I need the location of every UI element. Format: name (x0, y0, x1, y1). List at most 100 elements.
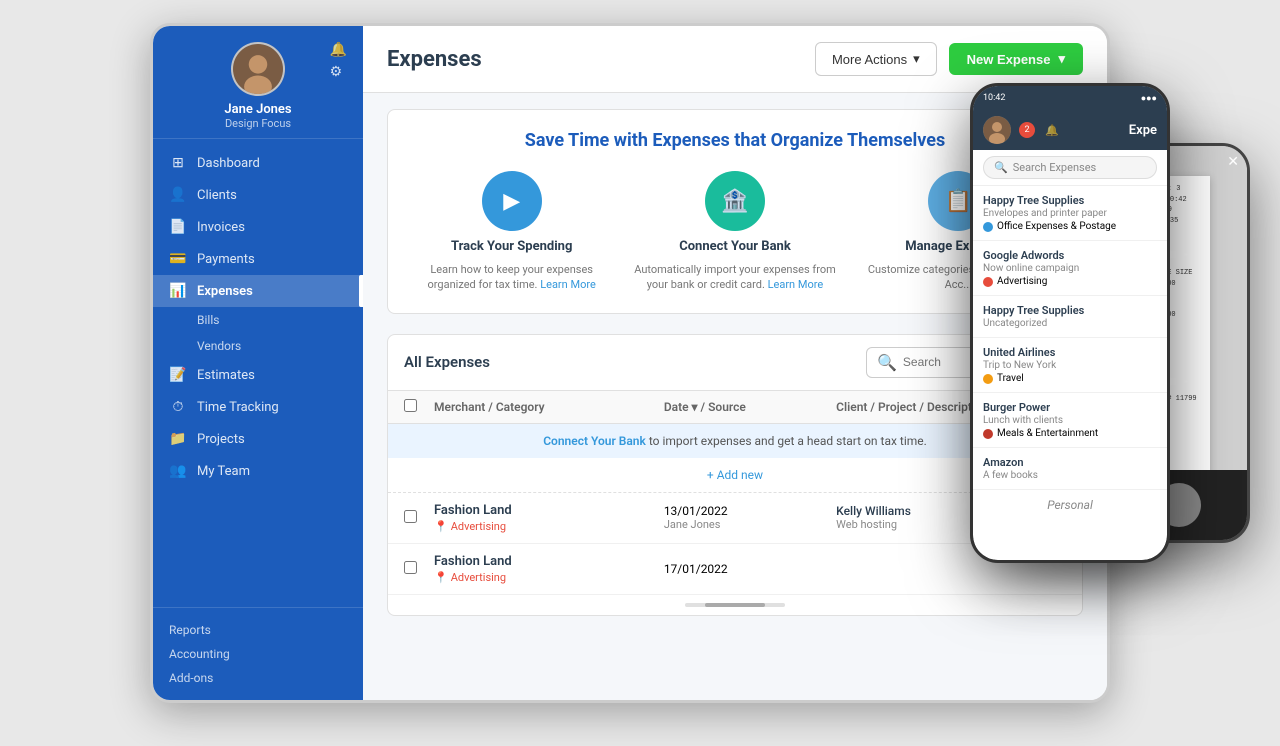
my-team-icon: 👥 (169, 463, 187, 479)
phone-search-area: 🔍 Search Expenses (973, 150, 1167, 186)
payments-icon: 💳 (169, 251, 187, 267)
time-tracking-icon: ⏱ (169, 399, 187, 415)
promo-card-track: ▶ Track Your Spending Learn how to keep … (408, 171, 615, 293)
phone-screen: 10:42 ●●● 2 🔔 Expe 🔍 Search Ex (973, 86, 1167, 560)
list-item[interactable]: Amazon A few books (973, 448, 1167, 490)
phone-header-title: Expe (1129, 123, 1157, 138)
expense-name: United Airlines (983, 346, 1157, 359)
list-item[interactable]: Burger Power Lunch with clients Meals & … (973, 393, 1167, 448)
phone-search-icon: 🔍 (994, 161, 1008, 174)
sidebar-item-label: Clients (197, 188, 237, 203)
sidebar-item-label: Time Tracking (197, 400, 279, 415)
sidebar-top-icons: 🔔 ⚙ (330, 42, 347, 80)
sidebar-item-invoices[interactable]: 📄 Invoices (153, 211, 363, 243)
sidebar-footer-addons[interactable]: Add-ons (169, 666, 347, 690)
chevron-down-icon: ▾ (913, 51, 920, 67)
new-expense-button[interactable]: New Expense ▾ (949, 43, 1083, 75)
phone-header: 2 🔔 Expe (973, 110, 1167, 150)
expense-date: 13/01/2022 (664, 504, 836, 518)
page-title: Expenses (387, 47, 482, 72)
connect-bank-text: to import expenses and get a head start … (649, 434, 927, 448)
sidebar-item-dashboard[interactable]: ⊞ Dashboard (153, 147, 363, 179)
receipt-scan-close-icon[interactable]: ✕ (1227, 154, 1239, 170)
sidebar-sub-item-vendors[interactable]: Vendors (153, 333, 363, 359)
row-checkbox-1[interactable] (404, 510, 417, 523)
notification-icon[interactable]: 🔔 (330, 42, 347, 58)
promo-card-desc: Automatically import your expenses from … (631, 262, 838, 293)
sidebar-sub-item-bills[interactable]: Bills (153, 307, 363, 333)
learn-more-link-2[interactable]: Learn More (768, 278, 824, 291)
sidebar-nav: ⊞ Dashboard 👤 Clients 📄 Invoices 💳 Payme… (153, 139, 363, 607)
learn-more-link-1[interactable]: Learn More (540, 278, 596, 291)
sidebar-header: 🔔 ⚙ Jane Jones Design Focus (153, 26, 363, 139)
category-dot (983, 277, 993, 287)
phone-time: 10:42 (983, 93, 1005, 103)
promo-card-title: Connect Your Bank (679, 239, 791, 254)
phone-avatar (983, 116, 1011, 144)
phone-search-placeholder: Search Expenses (1013, 161, 1097, 174)
notification-badge: 2 (1019, 122, 1035, 138)
sidebar-item-label: Payments (197, 252, 255, 267)
estimates-icon: 📝 (169, 367, 187, 383)
sidebar-item-label: Expenses (197, 284, 253, 299)
sidebar-item-label: My Team (197, 464, 250, 479)
advertising-dot: 📍 (434, 571, 448, 584)
sidebar-item-payments[interactable]: 💳 Payments (153, 243, 363, 275)
select-all-checkbox[interactable] (404, 399, 417, 412)
list-item[interactable]: Google Adwords Now online campaign Adver… (973, 241, 1167, 296)
sidebar-user-role: Design Focus (225, 117, 291, 130)
more-actions-button[interactable]: More Actions ▾ (815, 42, 937, 76)
advertising-dot: 📍 (434, 520, 448, 533)
expenses-icon: 📊 (169, 283, 187, 299)
expense-sub: Now online campaign (983, 263, 1157, 274)
promo-card-desc: Learn how to keep your expenses organize… (408, 262, 615, 293)
expense-name: Google Adwords (983, 249, 1157, 262)
sidebar-item-estimates[interactable]: 📝 Estimates (153, 359, 363, 391)
promo-title: Save Time with Expenses that Organize Th… (408, 130, 1062, 151)
phone-signal: ●●● (1141, 93, 1157, 104)
sidebar-item-label: Projects (197, 432, 245, 447)
sidebar-footer: Reports Accounting Add-ons (153, 607, 363, 700)
clients-icon: 👤 (169, 187, 187, 203)
sidebar-user-name: Jane Jones (224, 102, 291, 117)
col-header-date[interactable]: Date ▾ / Source (664, 400, 836, 414)
sidebar-item-clients[interactable]: 👤 Clients (153, 179, 363, 211)
avatar-area: 🔔 ⚙ (161, 42, 355, 96)
expense-sub: Envelopes and printer paper (983, 208, 1157, 219)
scrollbar[interactable] (685, 603, 785, 607)
row-checkbox-2[interactable] (404, 561, 417, 574)
sidebar-item-my-team[interactable]: 👥 My Team (153, 455, 363, 487)
settings-icon[interactable]: ⚙ (330, 64, 347, 80)
connect-bank-link[interactable]: Connect Your Bank (543, 434, 646, 448)
connect-bank-icon: 🏦 (705, 171, 765, 231)
expense-sub: Lunch with clients (983, 415, 1157, 426)
sidebar-item-label: Estimates (197, 368, 255, 383)
sidebar-footer-reports[interactable]: Reports (169, 618, 347, 642)
expense-source: Jane Jones (664, 518, 836, 531)
phone-overlay: 10:42 ●●● 2 🔔 Expe 🔍 Search Ex (970, 83, 1170, 563)
category-dot (983, 429, 993, 439)
checkbox-all[interactable] (404, 399, 434, 415)
chevron-down-icon: ▾ (1058, 51, 1065, 67)
sidebar-item-projects[interactable]: 📁 Projects (153, 423, 363, 455)
sidebar-item-time-tracking[interactable]: ⏱ Time Tracking (153, 391, 363, 423)
phone-expense-list: Happy Tree Supplies Envelopes and printe… (973, 186, 1167, 560)
expenses-section-title: All Expenses (404, 353, 490, 371)
sidebar-item-expenses[interactable]: 📊 Expenses (153, 275, 363, 307)
merchant-category: 📍 Advertising (434, 571, 664, 584)
sidebar-footer-accounting[interactable]: Accounting (169, 642, 347, 666)
expense-category: Travel (983, 373, 1157, 384)
col-header-merchant: Merchant / Category (434, 400, 664, 414)
dashboard-icon: ⊞ (169, 155, 187, 171)
sidebar-item-label: Invoices (197, 220, 245, 235)
list-item[interactable]: United Airlines Trip to New York Travel (973, 338, 1167, 393)
expense-name: Happy Tree Supplies (983, 304, 1157, 317)
phone-search-box[interactable]: 🔍 Search Expenses (983, 156, 1157, 179)
scrollbar-thumb (705, 603, 765, 607)
expense-name: Happy Tree Supplies (983, 194, 1157, 207)
list-item[interactable]: Happy Tree Supplies Envelopes and printe… (973, 186, 1167, 241)
list-item[interactable]: Happy Tree Supplies Uncategorized (973, 296, 1167, 338)
expense-date: 17/01/2022 (664, 562, 836, 576)
expense-category: Meals & Entertainment (983, 428, 1157, 439)
merchant-name: Fashion Land (434, 503, 664, 518)
